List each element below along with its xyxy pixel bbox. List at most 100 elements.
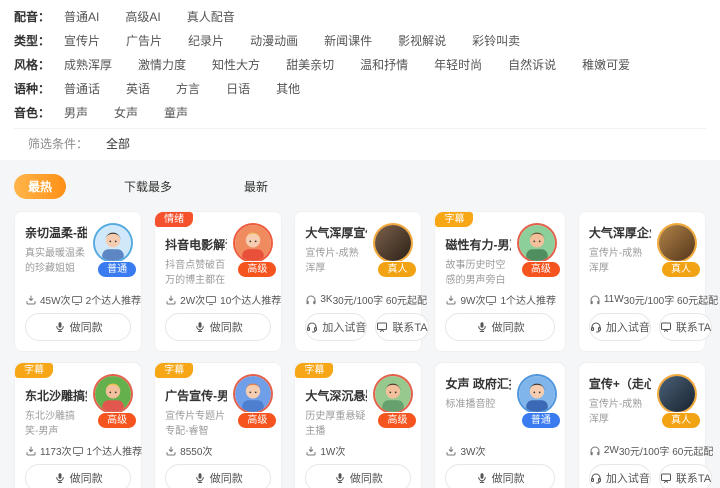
recommend-icon [206,295,217,305]
voice-card[interactable]: 字幕 广告宣传-男声 宣传片专题片专配-睿智 高级 8550次 做同款 [154,362,283,488]
stats-row: 2W次 10个达人推荐 [165,292,281,307]
sort-tab-item[interactable]: 下载最多 [110,174,186,199]
contact-button[interactable]: 联系TA [375,313,429,341]
voice-card[interactable]: 宣传+（走心）城... 宣传片-成熟浑厚 真人 2W 30元/100字 60元起… [577,362,713,488]
stat-left-value: 2W [603,445,619,456]
filter-rows: 配音： 普通AI 高级AI 真人配音 类型： 宣传片 广告片 纪录片 动漫动画 新闻课件 影视… [14,4,706,124]
chat-icon [660,473,671,483]
filter-option[interactable]: 彩铃叫卖 [472,32,520,49]
sort-tab-item[interactable]: 最新 [230,174,282,199]
filter-option[interactable]: 宣传片 [64,32,100,49]
voice-subtitle: 历史厚重悬疑主播 [305,411,366,437]
filter-option[interactable]: 普通AI [64,8,99,25]
filter-option[interactable]: 女声 [114,104,138,121]
stat-left-value: 45W次 [40,296,71,307]
voice-title: 抖音电影解说一哥 [165,238,227,252]
filter-option[interactable]: 甜美亲切 [286,56,334,73]
filter-option[interactable]: 日语 [226,80,250,97]
voice-card[interactable]: 大气浑厚企业（推... 宣传片-成熟浑厚 真人 11W 30元/100字 60元… [577,211,718,352]
filter-option[interactable]: 新闻课件 [324,32,372,49]
voice-card[interactable]: 亲切温柔-甜美真... 真实最暖温柔的珍藏姐姐 普通 45W次 2个达人推荐 做… [14,211,143,352]
filter-option[interactable]: 动漫动画 [250,32,298,49]
card-actions: 做同款 [165,313,272,341]
voice-card[interactable]: 女声 政府汇报（新... 标准播音腔 普通 3W次 做同款 [434,362,566,488]
contact-button[interactable]: 联系TA [658,313,713,341]
stat-left: 3K [305,294,333,306]
filter-option[interactable]: 激情力度 [138,56,186,73]
join-audition-button[interactable]: 加入试音 [305,313,368,341]
filter-row-label: 音色： [14,105,51,120]
join-audition-button[interactable]: 加入试音 [588,464,651,488]
headset-icon [590,473,601,484]
voice-title: 东北沙雕搞笑-男声 [25,389,87,403]
stat-left-value: 9W次 [460,296,486,307]
button-label: 加入试音 [605,322,650,334]
filter-summary-label: 筛选条件： [28,137,89,151]
filter-option[interactable]: 广告片 [126,32,162,49]
voice-subtitle: 宣传片-成熟浑厚 [305,248,359,274]
stats-row: 3K 30元/100字 60元起配 [305,292,427,307]
headset-icon [307,322,318,333]
card-actions: 加入试音 联系TA [305,313,429,341]
recommend-icon [486,295,497,305]
filter-row-label: 风格： [14,57,51,72]
filter-option[interactable]: 影视解说 [398,32,446,49]
voice-card[interactable]: 字幕 东北沙雕搞笑-男声 东北沙雕搞笑-男声 高级 1173次 1个达人推荐 做… [14,362,143,488]
make-same-button[interactable]: 做同款 [25,313,132,341]
stat-left-value: 3W次 [460,447,486,458]
level-badge: 普通 [521,413,560,428]
headphone-icon [590,446,600,455]
stat-left-value: 11W [603,294,624,305]
filter-option[interactable]: 温和抒情 [360,56,408,73]
make-same-button[interactable]: 做同款 [445,313,555,341]
button-label: 做同款 [69,473,103,485]
filter-option[interactable]: 童声 [164,104,188,121]
avatar [235,376,272,412]
card-actions: 加入试音 联系TA [588,313,713,341]
download-icon [446,446,456,455]
corner-tag: 字幕 [155,363,194,378]
voice-card[interactable]: 字幕 大气深沉悬疑男声 历史厚重悬疑主播 高级 1W次 做同款 [294,362,423,488]
filter-option[interactable]: 知性大方 [212,56,260,73]
make-same-button[interactable]: 做同款 [165,313,272,341]
make-same-button[interactable]: 做同款 [445,464,555,488]
contact-button[interactable]: 联系TA [658,464,713,488]
filter-option[interactable]: 高级AI [125,8,160,25]
sort-tab-active[interactable]: 最热 [14,174,67,199]
join-audition-button[interactable]: 加入试音 [588,313,651,341]
voice-card[interactable]: 大气浑厚宣传+银行 宣传片-成熟浑厚 真人 3K 30元/100字 60元起配 … [294,211,429,352]
make-same-button[interactable]: 做同款 [305,464,412,488]
filter-option[interactable]: 其他 [276,80,300,97]
filter-row-label: 语种： [14,81,51,96]
filter-option[interactable]: 英语 [126,80,150,97]
make-same-button[interactable]: 做同款 [25,464,132,488]
stat-left: 9W次 [445,292,485,307]
filter-option[interactable]: 男声 [64,104,88,121]
filter-option[interactable]: 方言 [176,80,200,97]
avatar-illustration [518,376,555,412]
filter-summary-value[interactable]: 全部 [106,135,130,152]
headphone-icon [306,295,316,304]
stat-left: 1173次 [25,443,72,458]
filter-option[interactable]: 稚嫩可爱 [582,56,630,73]
voice-subtitle: 标准播音腔 [445,399,496,410]
filter-row: 风格： 成熟浑厚 激情力度 知性大方 甜美亲切 温和抒情 年轻时尚 自然诉说 稚嫩可爱 [14,52,706,76]
make-same-button[interactable]: 做同款 [165,464,272,488]
voice-title: 女声 政府汇报（新... [445,377,510,391]
filter-option[interactable]: 成熟浑厚 [64,56,112,73]
stats-row: 2W 30元/100字 60元起配 [589,443,713,458]
voice-card[interactable]: 字幕 磁性有力-男声 故事历史时空感的男声旁白 高级 9W次 1个达人推荐 做同… [434,211,566,352]
filter-option[interactable]: 年轻时尚 [434,56,482,73]
stat-right: 30元/100字 60元起配 [624,292,719,307]
download-icon [166,446,176,455]
stat-left: 3W次 [445,443,485,458]
voice-title: 宣传+（走心）城... [588,377,651,391]
filter-panel: 配音： 普通AI 高级AI 真人配音 类型： 宣传片 广告片 纪录片 动漫动画 新闻课件 影视… [0,0,720,160]
filter-option[interactable]: 普通话 [64,80,100,97]
filter-option[interactable]: 自然诉说 [508,56,556,73]
corner-tag: 字幕 [15,363,53,378]
voice-card[interactable]: 情绪 抖音电影解说一哥 抖音点赞破百万的博主都在用它 高级 2W次 10个达人推… [154,211,283,352]
filter-option[interactable]: 真人配音 [187,8,235,25]
filter-option[interactable]: 纪录片 [188,32,224,49]
corner-tag: 字幕 [295,363,334,378]
